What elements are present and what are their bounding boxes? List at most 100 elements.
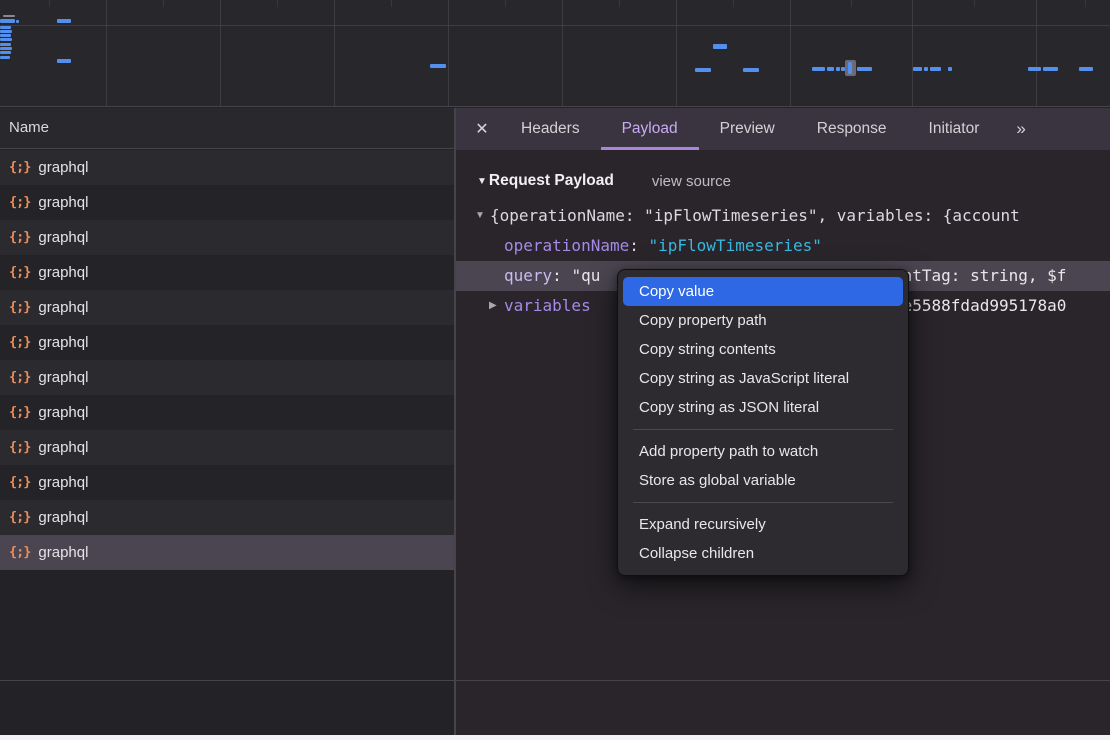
request-timing-bar [0,34,11,37]
json-request-icon: {;} [9,465,30,500]
close-icon[interactable]: ✕ [464,108,500,150]
footer-divider [0,680,1110,681]
request-timing-bar [1028,67,1041,71]
payload-text-segment: : "qu [552,266,600,285]
request-timing-bar [913,67,922,71]
table-row[interactable]: {;} graphql [0,255,455,290]
request-timing-bar [695,68,711,72]
menu-item-collapse-children[interactable]: Collapse children [618,539,908,568]
table-row[interactable]: {;}graphql [0,325,455,360]
request-timing-bar [0,56,10,59]
request-timing-bar [857,67,872,71]
request-timing-bar [930,67,941,71]
tab-initiator[interactable]: Initiator [908,108,1001,150]
request-timing-bar [0,30,12,33]
payload-text-fragment-right: untTag: string, $f [893,261,1066,291]
tab-headers[interactable]: Headers [500,108,601,150]
payload-tree-row[interactable]: operationName: "ipFlowTimeseries" [456,231,1110,261]
timeline-gridline [790,0,791,106]
menu-item-copy-string-as-javascript-literal[interactable]: Copy string as JavaScript literal [618,364,908,393]
table-row[interactable]: {;} graphql [0,360,455,395]
request-timing-bar [0,51,11,54]
table-row[interactable]: {;} graphql [0,290,455,325]
json-request-icon: {;} [9,500,30,535]
menu-item-store-as-global-variable[interactable]: Store as global variable [618,466,908,495]
payload-text-segment: : [629,236,648,255]
context-menu: Copy valueCopy property pathCopy string … [617,269,909,576]
request-timing-bar [0,43,11,46]
request-timing-bar [0,19,15,23]
request-name: graphql [38,430,88,465]
detail-tab-bar: ✕HeadersPayloadPreviewResponseInitiator» [456,108,1110,150]
request-name: graphql [38,465,88,500]
request-timing-bar [836,67,840,71]
request-name: graphql [38,290,88,325]
json-request-icon: {;} [9,325,30,360]
request-payload-section-header[interactable]: ▼ Request Payload view source [477,165,1110,197]
table-row[interactable]: {;}graphql [0,220,455,255]
selected-request-marker-bar [848,62,852,74]
timeline-gridline [448,0,449,106]
menu-item-copy-string-as-json-literal[interactable]: Copy string as JSON literal [618,393,908,422]
request-timing-bar [3,15,15,17]
json-request-icon: {;} [9,535,30,570]
request-timing-bar [0,47,12,50]
json-request-icon: {;} [9,360,30,395]
request-timing-bar [0,26,11,29]
menu-item-expand-recursively[interactable]: Expand recursively [618,510,908,539]
timeline-gridline [220,0,221,106]
menu-item-copy-value[interactable]: Copy value [623,277,903,306]
json-request-icon: {;} [9,185,30,220]
json-request-icon: {;} [9,290,30,325]
tab-response[interactable]: Response [796,108,908,150]
menu-item-copy-property-path[interactable]: Copy property path [618,306,908,335]
request-timing-bar [743,68,759,72]
table-row[interactable]: {;}graphql [0,150,455,185]
collapsed-arrow-icon[interactable]: ▶ [489,291,497,321]
tab-preview[interactable]: Preview [699,108,796,150]
payload-text-segment: query [504,266,552,285]
section-caret-icon[interactable]: ▼ [477,176,487,187]
json-request-icon: {;} [9,255,30,290]
payload-tree-row[interactable]: ▼{operationName: "ipFlowTimeseries", var… [456,201,1110,231]
table-row[interactable]: {;} graphql [0,430,455,465]
request-timing-bar [57,19,71,23]
tab-payload[interactable]: Payload [601,108,699,150]
json-request-icon: {;} [9,430,30,465]
request-timing-bar [713,44,727,49]
timeline-gridline [334,0,335,106]
name-column-label: Name [9,119,49,136]
timeline-tick [163,0,164,7]
timeline-tick [733,0,734,7]
menu-item-copy-string-contents[interactable]: Copy string contents [618,335,908,364]
json-request-icon: {;} [9,150,30,185]
table-row[interactable]: {;}graphql [0,535,455,570]
json-request-icon: {;} [9,395,30,430]
table-row[interactable]: {;} graphql [0,185,455,220]
request-timing-bar [948,67,952,71]
table-row[interactable]: {;}graphql [0,500,455,535]
timeline-tick [851,0,852,7]
name-column-header[interactable]: Name [0,108,455,149]
request-name: graphql [38,360,88,395]
network-overview-timeline[interactable] [0,0,1110,107]
expanded-arrow-icon[interactable]: ▼ [475,201,485,231]
request-timing-bar [430,64,446,68]
request-name: graphql [38,395,88,430]
request-timing-bar [1043,67,1058,71]
overflow-tabs-icon[interactable]: » [1002,108,1037,150]
request-timing-bar [57,59,71,63]
timeline-gridline [106,0,107,106]
request-name: graphql [38,185,88,220]
payload-text-fragment-right: ee5588fdad995178a0 [893,291,1066,321]
timeline-row-divider [0,25,1110,26]
menu-item-add-property-path-to-watch[interactable]: Add property path to watch [618,437,908,466]
view-source-link[interactable]: view source [652,173,731,190]
request-timing-bar [16,20,19,23]
request-list: {;} graphql {;} graphql {;} graphql {;} graphql… [0,150,455,570]
table-row[interactable]: {;} graphql [0,395,455,430]
table-row[interactable]: {;} graphql [0,465,455,500]
menu-separator [633,502,893,503]
timeline-tick [974,0,975,7]
request-name: graphql [38,255,88,290]
